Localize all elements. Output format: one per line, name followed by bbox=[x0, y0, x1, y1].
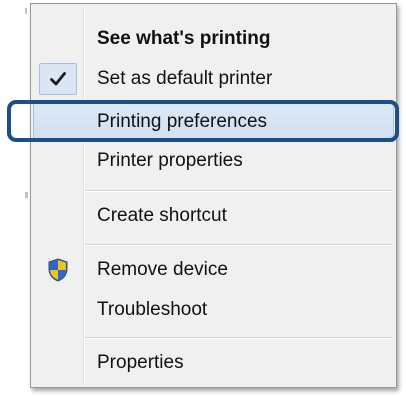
menu-item-label: Troubleshoot bbox=[97, 299, 208, 320]
menu-item-label: Create shortcut bbox=[97, 205, 227, 226]
menu-separator bbox=[85, 337, 392, 339]
menu-item-see-whats-printing[interactable]: See what's printing bbox=[33, 19, 394, 59]
menu-item-create-shortcut[interactable]: Create shortcut bbox=[33, 196, 394, 236]
menu-item-troubleshoot[interactable]: Troubleshoot bbox=[33, 290, 394, 330]
menu-separator bbox=[85, 244, 392, 246]
menu-item-label: Printer properties bbox=[97, 150, 243, 171]
background-fragment bbox=[25, 8, 27, 14]
context-menu: See what's printing Set as default print… bbox=[30, 3, 397, 388]
menu-separator bbox=[85, 190, 392, 192]
menu-item-properties[interactable]: Properties bbox=[33, 343, 394, 383]
checkmark-icon bbox=[39, 63, 77, 95]
menu-item-printer-properties[interactable]: Printer properties bbox=[33, 141, 394, 181]
highlight-callout-frame bbox=[7, 100, 399, 142]
menu-item-remove-device[interactable]: Remove device bbox=[33, 250, 394, 290]
background-fragment bbox=[25, 192, 28, 198]
menu-item-label: Set as default printer bbox=[97, 68, 273, 89]
menu-item-label: Properties bbox=[97, 352, 184, 373]
menu-item-label: See what's printing bbox=[97, 28, 271, 49]
uac-shield-icon bbox=[39, 254, 77, 286]
screen: See what's printing Set as default print… bbox=[0, 0, 406, 396]
menu-item-label: Remove device bbox=[97, 259, 228, 280]
menu-item-set-as-default-printer[interactable]: Set as default printer bbox=[33, 59, 394, 99]
